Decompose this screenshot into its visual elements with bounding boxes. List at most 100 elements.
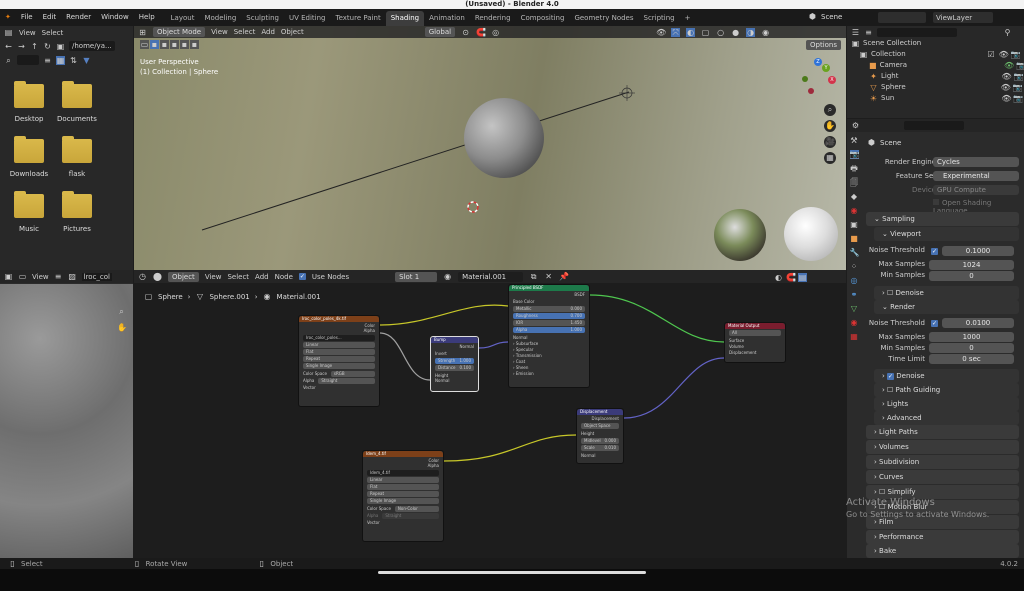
tool-tab-icon[interactable]: ⚒	[850, 136, 859, 145]
panel-subdivision[interactable]: › Subdivision	[866, 455, 1019, 469]
strength-field[interactable]: Strength 1.000	[435, 358, 474, 364]
pan-hand-icon[interactable]: ✋	[824, 120, 836, 132]
add-workspace-button[interactable]: +	[680, 11, 696, 26]
viewport-min-samples-field[interactable]: 0	[929, 271, 1014, 281]
target-dropdown[interactable]: All	[729, 330, 781, 336]
render-time-limit-field[interactable]: 0 sec	[929, 354, 1014, 364]
folder-documents[interactable]: Documents	[52, 81, 102, 123]
new-folder-icon[interactable]: ▣	[56, 42, 65, 51]
parent-dir-icon[interactable]: ↑	[30, 42, 39, 51]
camera-view-icon[interactable]: 🎥	[824, 136, 836, 148]
folder-downloads[interactable]: Downloads	[4, 136, 54, 178]
overlay-icon[interactable]: ◐	[774, 273, 783, 282]
ie-image-name[interactable]: lroc_col	[81, 272, 113, 281]
checkbox-icon[interactable]: ☑	[987, 50, 996, 59]
outliner-item-sun[interactable]: ☀ Sun 👁 📷	[851, 93, 1024, 104]
panel-sampling[interactable]: ⌄ Sampling	[866, 212, 1019, 226]
taskbar-handle[interactable]	[378, 571, 646, 574]
camera-render-icon[interactable]: 📷	[1011, 50, 1021, 59]
pan-hand-icon[interactable]: ✋	[117, 323, 127, 332]
axis-y-icon[interactable]: Y	[822, 64, 830, 72]
constraints-tab-icon[interactable]: ⚭	[850, 290, 859, 299]
view-mode-icon[interactable]: ▭	[18, 272, 27, 281]
forward-icon[interactable]: →	[17, 42, 26, 51]
extension-dropdown[interactable]: Repeat	[303, 356, 375, 362]
filter-icon[interactable]: ⚲	[1003, 28, 1012, 37]
editor-type-icon[interactable]: ▤	[4, 28, 13, 37]
interpolation-dropdown[interactable]: Linear	[303, 342, 375, 348]
device-dropdown[interactable]: GPU Compute	[933, 185, 1019, 195]
scene-selector[interactable]: ⬢ Scene	[808, 12, 842, 21]
node-principled-bsdf[interactable]: Principled BSDF BSDF Base Color Metallic…	[508, 284, 590, 388]
metallic-field[interactable]: Metallic 0.000	[513, 306, 585, 312]
panel-performance[interactable]: › Performance	[866, 530, 1019, 544]
menu-help[interactable]: Help	[134, 9, 160, 26]
tab-animation[interactable]: Animation	[424, 11, 470, 26]
outliner-item-camera[interactable]: ■ Camera 👁 📷	[851, 60, 1024, 71]
source-dropdown[interactable]: Single Image	[367, 498, 439, 504]
panel-bake[interactable]: › Bake	[866, 544, 1019, 558]
outliner-search-input[interactable]	[877, 27, 957, 37]
alpha-dropdown[interactable]: Straight	[382, 512, 439, 519]
grid-view-icon[interactable]: ▦	[56, 55, 65, 65]
zoom-icon[interactable]: ⌕	[824, 104, 836, 116]
moon-texture-image[interactable]	[0, 284, 133, 558]
outliner-item-collection[interactable]: ▣ Collection ☑ 👁 📷	[851, 49, 1024, 60]
fb-select-menu[interactable]: Select	[42, 29, 64, 37]
data-tab-icon[interactable]: ▽	[850, 304, 859, 313]
eye-icon[interactable]: 👁	[1001, 83, 1011, 92]
interpolation-dropdown[interactable]: Linear	[367, 477, 439, 483]
panel-lights[interactable]: › Lights	[874, 397, 1019, 411]
properties-search-input[interactable]	[904, 121, 964, 130]
tab-uv-editing[interactable]: UV Editing	[284, 11, 331, 26]
invert-checkbox[interactable]: Invert	[431, 350, 478, 357]
sort-icon[interactable]: ⇅	[69, 56, 78, 65]
display-mode-icon[interactable]: ≡	[864, 28, 873, 37]
snap-icon[interactable]: 🧲	[786, 273, 796, 282]
folder-pictures[interactable]: Pictures	[52, 191, 102, 233]
panel-advanced[interactable]: › Advanced	[874, 411, 1019, 425]
menu-window[interactable]: Window	[96, 9, 134, 26]
refresh-icon[interactable]: ↻	[43, 42, 52, 51]
editor-type-icon[interactable]: ☰	[851, 28, 860, 37]
tab-sculpting[interactable]: Sculpting	[241, 11, 284, 26]
menu-edit[interactable]: Edit	[38, 9, 62, 26]
eye-icon[interactable]: 👁	[1004, 61, 1014, 70]
blender-logo-icon[interactable]: ✦	[0, 9, 16, 26]
image-name-field[interactable]: ldem_4.tif	[367, 470, 439, 476]
alpha-dropdown[interactable]: Straight	[318, 377, 375, 384]
outliner-item-light[interactable]: ✦ Light 👁 📷	[851, 71, 1024, 82]
projection-dropdown[interactable]: Flat	[367, 484, 439, 490]
panel-viewport[interactable]: ⌄ Viewport	[874, 227, 1019, 241]
midlevel-field[interactable]: Midlevel 0.000	[581, 438, 619, 444]
menu-icon[interactable]: ≡	[54, 272, 63, 281]
view-layer-tab-icon[interactable]: 🗐	[850, 178, 859, 187]
navigation-gizmo[interactable]: Z X Y	[796, 58, 836, 110]
axis-x-icon[interactable]: X	[828, 76, 836, 84]
outliner-item-sphere[interactable]: ▽ Sphere 👁 📷	[851, 82, 1024, 93]
color-space-dropdown[interactable]: Non-Color	[394, 505, 439, 512]
axis-neg-y-icon[interactable]	[802, 76, 808, 82]
panel-path-guiding[interactable]: › ☐ Path Guiding	[874, 383, 1019, 397]
tab-layout[interactable]: Layout	[166, 11, 200, 26]
axis-neg-x-icon[interactable]	[808, 88, 814, 94]
tab-shading[interactable]: Shading	[385, 11, 425, 26]
viewlayer-selector[interactable]: ViewLayer	[933, 12, 993, 23]
render-max-samples-field[interactable]: 1000	[929, 332, 1014, 342]
world-tab-icon[interactable]: ◉	[850, 206, 859, 215]
distance-field[interactable]: Distance 0.100	[435, 365, 474, 371]
camera-render-icon[interactable]: 📷	[1013, 94, 1023, 103]
alpha-field[interactable]: Alpha 1.000	[513, 327, 585, 333]
node-image-texture-color[interactable]: lroc_color_poles_4k.tif Color Alpha lroc…	[298, 315, 380, 407]
panel-volumes[interactable]: › Volumes	[866, 440, 1019, 454]
scale-field[interactable]: Scale 0.010	[581, 445, 619, 451]
source-dropdown[interactable]: Single Image	[303, 363, 375, 369]
image-icon[interactable]: ▨	[68, 272, 77, 281]
panel-viewport-denoise[interactable]: › ☐ Denoise	[874, 286, 1019, 300]
collection-tab-icon[interactable]: ▣	[850, 220, 859, 229]
panel-light-paths[interactable]: › Light Paths	[866, 425, 1019, 439]
sidebar-toggle-icon[interactable]: ▤	[798, 273, 807, 282]
node-material-output[interactable]: Material Output All Surface Volume Displ…	[724, 322, 786, 363]
folder-flask[interactable]: flask	[52, 136, 102, 178]
output-tab-icon[interactable]: 🖶	[850, 164, 859, 173]
